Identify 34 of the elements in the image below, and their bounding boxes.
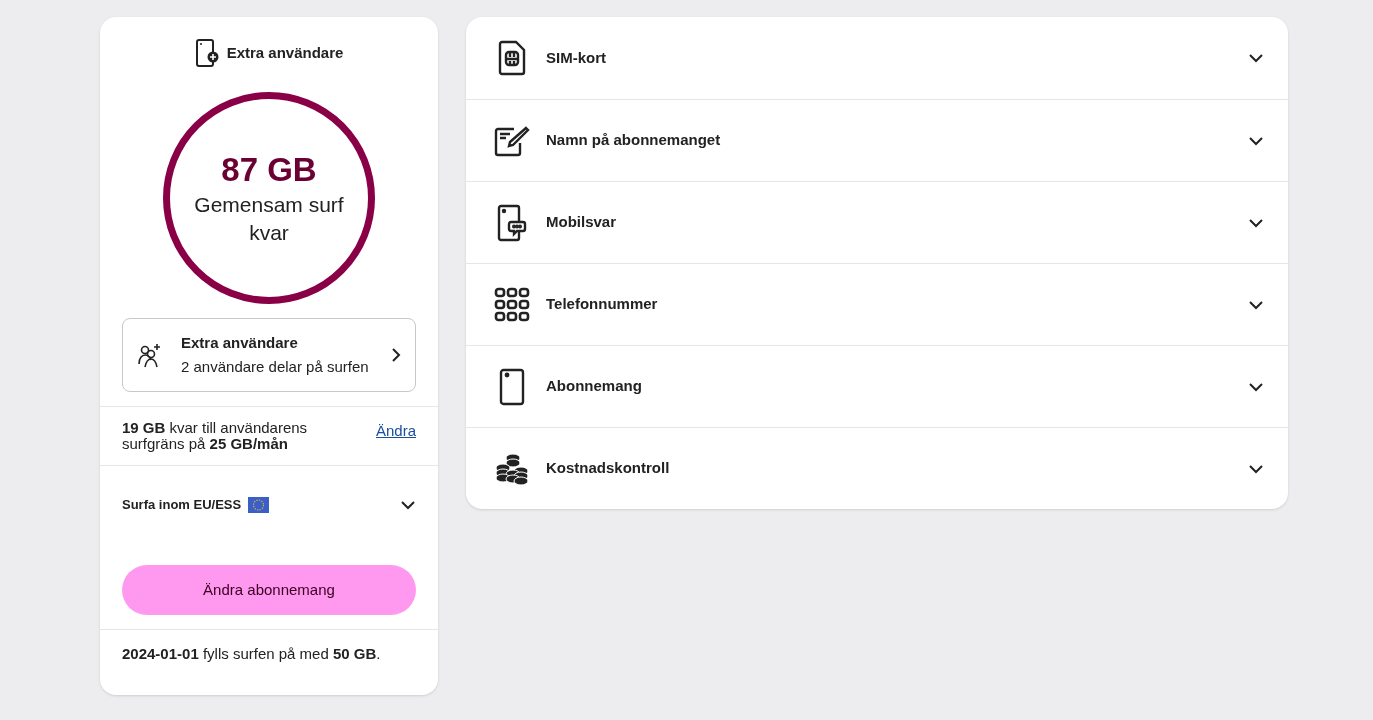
sim-card-icon: [496, 40, 528, 76]
phone-chat-icon: [497, 203, 527, 242]
eu-roaming-row[interactable]: Surfa inom EU/ESS: [100, 465, 438, 543]
row-label: Kostnadskontroll: [546, 458, 671, 479]
phone-icon: [499, 367, 525, 406]
row-label: Namn på abonnemanget: [546, 130, 722, 151]
row-label: Telefonnummer: [546, 294, 659, 315]
chevron-right-icon: [391, 347, 401, 363]
coin-stack-icon: [494, 451, 530, 486]
extra-users-subtitle: 2 användare delar på surfen: [181, 357, 370, 377]
settings-row[interactable]: Namn på abonnemanget: [466, 99, 1288, 181]
settings-row[interactable]: Telefonnummer: [466, 263, 1288, 345]
eu-flag-icon: [248, 496, 270, 513]
pencil-note-icon: [494, 124, 530, 157]
phone-plus-icon: [194, 38, 219, 68]
row-label: Mobilsvar: [546, 212, 618, 233]
change-link[interactable]: Ändra: [375, 420, 416, 443]
people-plus-icon: [137, 342, 163, 368]
row-label: Abonnemang: [546, 376, 643, 397]
eu-roaming-label: Surfa inom EU/ESS: [122, 495, 242, 514]
data-amount: 87 GB: [221, 150, 317, 191]
settings-row[interactable]: Abonnemang: [466, 345, 1288, 427]
change-subscription-button[interactable]: Ändra abonnemang: [122, 565, 416, 615]
settings-row[interactable]: Kostnadskontroll: [466, 427, 1288, 509]
card-title: Extra användare: [226, 42, 344, 63]
keypad-icon: [494, 286, 530, 323]
settings-row[interactable]: Mobilsvar: [466, 181, 1288, 263]
settings-row[interactable]: SIM-kort: [466, 17, 1288, 99]
extra-users-title: Extra användare: [181, 332, 299, 353]
limit-text: 19 GB kvar till användarens surfgräns på 25 GB/mån: [122, 420, 309, 452]
data-label: Gemensam surf kvar: [193, 191, 345, 246]
refill-note: 2024-01-01 fylls surfen på med 50 GB.: [122, 645, 381, 662]
extra-users-card[interactable]: Extra användare 2 användare delar på surfen: [122, 318, 416, 392]
row-label: SIM-kort: [546, 47, 607, 68]
